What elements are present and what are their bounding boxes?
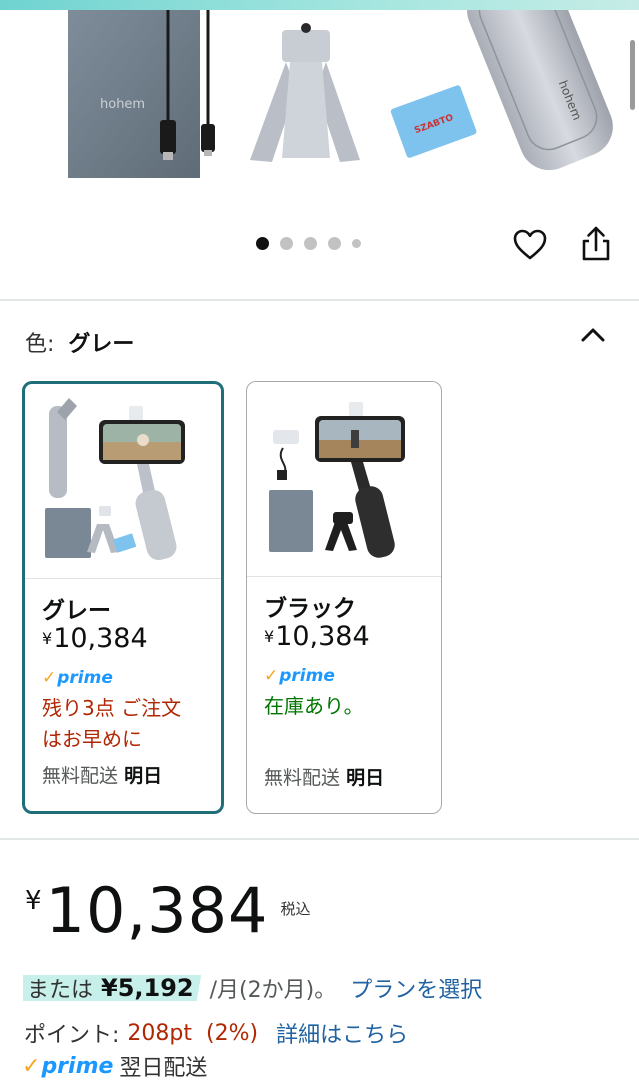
currency-symbol: ¥ (264, 627, 275, 646)
color-selected-value: グレー (68, 332, 135, 357)
variant-price-value: 10,384 (275, 621, 370, 652)
price-amount: 10,384 (45, 874, 269, 947)
prime-label: prime (41, 1053, 114, 1079)
variant-image-black (247, 382, 441, 577)
prime-label: prime (279, 666, 335, 686)
shipping-day: 明日 (124, 765, 163, 787)
collapse-button[interactable] (578, 322, 608, 348)
share-button[interactable] (576, 222, 616, 266)
prime-badge: ✓ prime (42, 663, 221, 693)
wishlist-button[interactable] (510, 225, 550, 265)
carousel-indicator (256, 234, 361, 252)
carousel-dot[interactable] (256, 236, 269, 250)
tax-label: 税込 (280, 900, 311, 918)
delivery-row: ✓ prime 翌日配送 (22, 1050, 207, 1080)
section-divider (0, 838, 639, 840)
variant-price-value: 10,384 (53, 623, 148, 654)
top-accent-strip (0, 0, 639, 10)
product-hero-image: hohem SZABTO hohem (68, 10, 613, 178)
variant-price: ¥ 10,384 (264, 621, 441, 661)
product-image-carousel[interactable]: hohem SZABTO hohem (0, 10, 639, 220)
shipping-info: 無料配送 明日 (42, 761, 221, 788)
stock-status: 残り3点 ご注文 はお早めに (42, 693, 221, 755)
carousel-dot[interactable] (304, 236, 317, 250)
stock-status: 在庫あり。 (264, 691, 441, 722)
shipping-prefix: 無料配送 (42, 765, 119, 787)
currency-symbol: ¥ (25, 886, 42, 916)
variant-name: ブラック (264, 596, 356, 622)
variant-card-black[interactable]: ブラック ¥ 10,384 ✓ prime 在庫あり。 無料配送 明日 (246, 381, 442, 814)
select-plan-link[interactable]: プランを選択 (350, 972, 482, 1004)
carousel-dot[interactable] (328, 236, 341, 250)
shipping-info: 無料配送 明日 (264, 763, 441, 790)
main-price: ¥ 10,384 税込 (25, 876, 311, 946)
prime-check-icon: ✓ (22, 1053, 41, 1079)
variant-card-gray[interactable]: グレー ¥ 10,384 ✓ prime 残り3点 ご注文 はお早めに 無料配送… (22, 381, 224, 814)
chevron-up-icon (581, 328, 605, 342)
stock-status-line: はお早めに (42, 727, 142, 751)
color-label: 色: (25, 332, 55, 357)
points-label: ポイント: (24, 1023, 120, 1048)
points-percent: (2%) (206, 1020, 259, 1046)
delivery-text: 翌日配送 (119, 1056, 208, 1080)
carousel-dot[interactable] (352, 238, 361, 248)
prime-badge: ✓ prime (264, 661, 441, 691)
heart-outline-icon (513, 229, 547, 260)
section-divider (0, 299, 639, 301)
installment-amount: ¥5,192 (101, 974, 194, 1002)
currency-symbol: ¥ (42, 629, 53, 648)
prime-label: prime (57, 668, 113, 688)
page-scrollbar[interactable] (630, 40, 635, 110)
prime-check-icon: ✓ (42, 668, 57, 688)
points-row: ポイント: 208pt (2%) 詳細はこちら (24, 1016, 408, 1050)
stock-status-line: 在庫あり。 (264, 694, 364, 718)
variant-name: グレー (42, 598, 111, 624)
points-value: 208pt (127, 1020, 193, 1046)
installment-period: /月(2か月)。 (209, 978, 337, 1003)
shipping-prefix: 無料配送 (264, 767, 341, 789)
carousel-dot[interactable] (280, 236, 293, 250)
points-details-link[interactable]: 詳細はこちら (276, 1017, 408, 1049)
shipping-day: 明日 (346, 767, 385, 789)
variant-price: ¥ 10,384 (42, 623, 221, 663)
prime-check-icon: ✓ (264, 666, 279, 686)
variant-image-gray (25, 384, 221, 579)
installment-highlight: または ¥5,192 (23, 974, 208, 1003)
prime-badge: ✓ prime (22, 1050, 113, 1080)
stock-status-line: 残り3点 ご注文 (42, 696, 182, 720)
share-icon (582, 226, 610, 261)
color-selector-header[interactable]: 色: グレー (25, 325, 134, 359)
installment-row: または ¥5,192 /月(2か月)。 プランを選択 (23, 970, 482, 1006)
pouch-logo: hohem (100, 97, 145, 112)
installment-prefix: または (27, 978, 94, 1003)
